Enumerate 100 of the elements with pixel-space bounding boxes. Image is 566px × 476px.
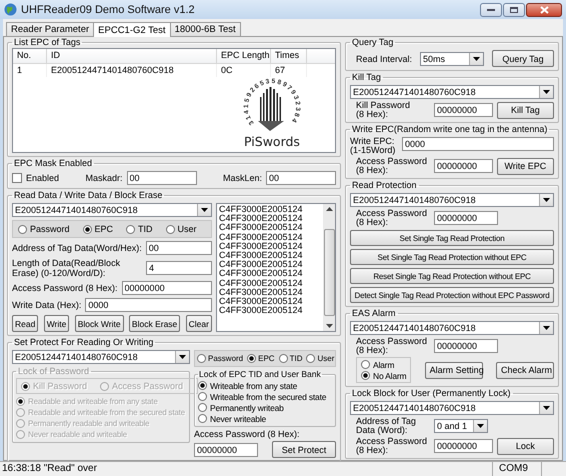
tag-dropdown[interactable]: E2005124471401480760C918 — [350, 193, 554, 207]
radio-button[interactable] — [361, 360, 370, 369]
tag-dropdown[interactable]: E2005124471401480760C918 — [350, 401, 554, 415]
tag-dropdown[interactable]: E2005124471401480760C918 — [350, 321, 554, 335]
field-label: Access Password (8 Hex): — [12, 283, 118, 293]
radio-label: Writeable from the secured state — [210, 392, 326, 402]
radio-button[interactable] — [18, 224, 27, 234]
lock-button[interactable]: Lock — [496, 438, 554, 454]
list-item: C4FF3000E2005124 — [219, 232, 304, 242]
write-epc-button[interactable]: Write EPC — [496, 158, 554, 174]
radio-button[interactable] — [126, 224, 136, 234]
tab[interactable]: Reader Parameter — [6, 22, 94, 36]
caret-icon — [473, 56, 480, 60]
action-button[interactable]: Write — [44, 315, 70, 332]
tag-dropdown[interactable]: E2005124471401480760C918 — [350, 85, 554, 99]
input-field[interactable]: 00 — [266, 171, 336, 185]
caret-icon — [543, 406, 550, 410]
radio-button[interactable] — [306, 354, 316, 363]
radio-label: Kill Password — [33, 381, 88, 391]
action-button[interactable]: Clear — [186, 315, 212, 332]
radio-button[interactable] — [198, 392, 207, 401]
action-button[interactable]: Block Erase — [128, 315, 180, 332]
radio-button[interactable] — [278, 354, 288, 363]
radio-label: Never readable and writeable — [28, 430, 127, 439]
minimize-button[interactable] — [480, 2, 502, 16]
protection-button[interactable]: Set Single Tag Read Protection — [350, 230, 554, 246]
radio-label: Password — [208, 354, 244, 363]
globe-icon — [4, 3, 17, 16]
field-label: Kill Password (8 Hex): — [356, 101, 412, 119]
input-field[interactable]: 00000000 — [434, 211, 498, 225]
tab[interactable]: 18000-6B Test — [170, 22, 241, 36]
input-field[interactable]: 00000000 — [122, 281, 212, 295]
list-item: C4FF3000E2005124 — [219, 251, 304, 260]
radio-label: Password — [30, 224, 70, 234]
group-title: Set Protect For Reading Or Writing — [13, 337, 154, 348]
input-field[interactable]: 00000000 — [434, 159, 493, 173]
field-label: Access Password (8 Hex): — [356, 437, 428, 455]
radio-button[interactable] — [82, 224, 92, 234]
input-field[interactable]: 4 — [146, 261, 212, 275]
list-item: C4FF3000E2005124 — [219, 242, 304, 252]
input-field[interactable]: 00000000 — [434, 439, 493, 453]
alarm-button[interactable]: Check Alarm — [496, 362, 554, 378]
radio-button[interactable] — [166, 224, 175, 234]
input-field[interactable]: 00000000 — [434, 339, 498, 353]
radio-label: Permanently readable and writeable — [28, 419, 150, 428]
field-label: Access Password (8 Hex): — [356, 209, 428, 227]
list-item: C4FF3000E2005124 — [219, 260, 304, 270]
radio-label: Access Password — [112, 381, 184, 391]
tag-dropdown[interactable]: E2005124471401480760C918 — [12, 203, 212, 217]
column-header[interactable]: Times — [271, 49, 307, 63]
protection-button[interactable]: Set Single Tag Read Protection without EPC — [350, 249, 554, 265]
input-field[interactable]: 00000000 — [194, 442, 258, 456]
column-header[interactable]: EPC Length — [217, 49, 271, 63]
radio-button[interactable] — [198, 381, 207, 390]
scrollbar[interactable] — [323, 204, 335, 331]
input-field[interactable]: 00000000 — [434, 103, 493, 117]
protection-button[interactable]: Detect Single Tag Read Protection without EPC Password — [350, 287, 554, 303]
list-item: C4FF3000E2005124 — [219, 269, 304, 279]
protection-button[interactable]: Reset Single Tag Read Protection without EPC — [350, 268, 554, 284]
column-header[interactable]: ID — [47, 49, 217, 63]
radio-button[interactable] — [198, 403, 207, 412]
field-label: Length of Data(Read/Block Erase) (0-120/Word/D): — [12, 258, 122, 278]
caret-icon — [543, 326, 550, 330]
radio-label: User — [178, 224, 197, 234]
maximize-button[interactable] — [503, 2, 525, 16]
input-field[interactable]: 00 — [146, 241, 212, 255]
radio-button[interactable] — [247, 354, 256, 363]
table-cell: 1 — [13, 64, 47, 77]
field-label: Access Password (8 Hex): — [356, 157, 428, 175]
tag-dropdown[interactable]: E2005124471401480760C918 — [12, 350, 190, 364]
action-button[interactable]: Read — [12, 315, 38, 332]
radio-button[interactable] — [198, 414, 207, 423]
action-button[interactable]: Block Write — [74, 315, 124, 332]
radio-label: TID — [138, 224, 153, 234]
up-arrow-icon — [326, 207, 332, 211]
down-arrow-icon — [326, 324, 332, 328]
radio-label: EPC — [258, 354, 275, 363]
radio-button[interactable] — [197, 354, 206, 363]
input-field[interactable]: 00 — [126, 171, 196, 185]
kill-tag-button[interactable]: Kill Tag — [496, 102, 554, 118]
radio-button[interactable] — [361, 371, 370, 380]
query-tag-button[interactable]: Query Tag — [492, 50, 554, 67]
input-field[interactable]: 0000 — [85, 298, 212, 312]
alarm-button[interactable]: Alarm Setting — [424, 362, 483, 378]
minimize-icon — [487, 8, 495, 10]
set-protect-button[interactable]: Set Protect — [272, 441, 336, 458]
close-button[interactable] — [526, 2, 562, 16]
list-item: C4FF3000E2005124 — [219, 288, 304, 298]
checkbox[interactable] — [12, 173, 22, 183]
address-dropdown[interactable]: 0 and 1 — [434, 419, 488, 433]
column-header[interactable]: No. — [13, 49, 47, 63]
input-field[interactable]: 0000 — [402, 137, 554, 151]
tab[interactable]: EPCC1-G2 Test — [93, 22, 171, 37]
interval-dropdown[interactable]: 50ms — [420, 52, 484, 66]
caret-icon — [179, 355, 186, 359]
field-label: Write EPC: (1-15Word) — [350, 137, 396, 155]
radio-label: Alarm — [373, 360, 394, 370]
list-item: C4FF3000E2005124 — [219, 278, 304, 288]
radio-label: Readable and writeable from the secured state — [28, 408, 185, 417]
list-item: C4FF3000E2005124 — [219, 306, 304, 316]
